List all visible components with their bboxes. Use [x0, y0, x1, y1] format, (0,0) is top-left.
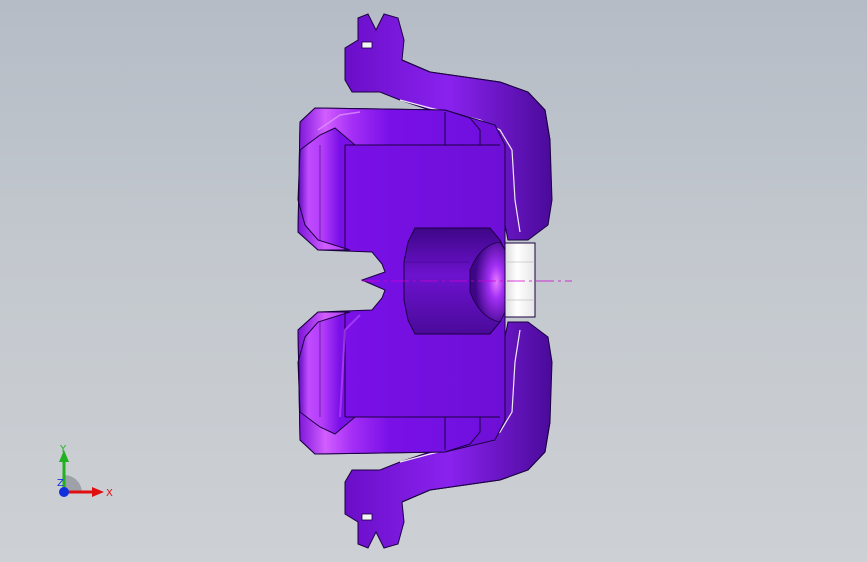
lower-slot — [361, 513, 373, 521]
upper-slot — [361, 41, 373, 49]
reference-triad: Y X Z — [57, 444, 113, 499]
z-axis-label: Z — [57, 478, 64, 489]
x-axis-label: X — [106, 488, 113, 499]
part-model[interactable] — [0, 0, 867, 562]
center-insert[interactable] — [504, 242, 536, 318]
graphics-viewport[interactable]: Y X Z — [0, 0, 867, 562]
y-axis-label: Y — [59, 444, 67, 455]
x-axis-head — [92, 487, 104, 497]
